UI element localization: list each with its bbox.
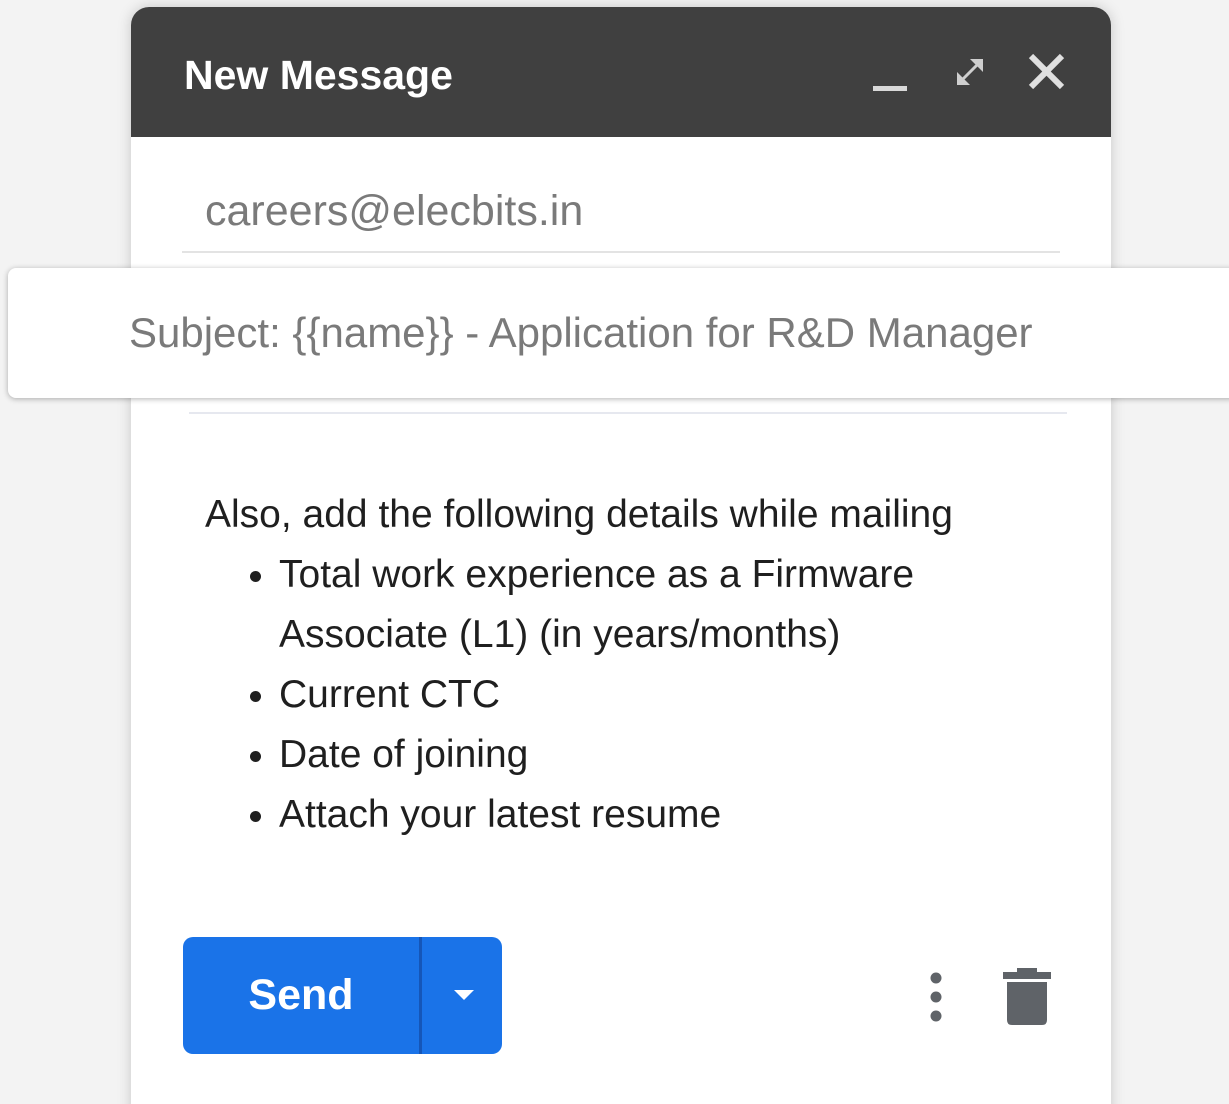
trash-icon[interactable]: [997, 967, 1057, 1027]
send-button[interactable]: Send: [183, 937, 419, 1054]
list-item: Total work experience as a Firmware Asso…: [279, 545, 959, 665]
subject-field[interactable]: Subject: {{name}} - Application for R&D …: [8, 268, 1229, 398]
subject-value: Subject: {{name}} - Application for R&D …: [129, 309, 1033, 356]
message-body-list[interactable]: Total work experience as a Firmware Asso…: [239, 545, 959, 845]
compose-title: New Message: [184, 52, 453, 98]
close-icon[interactable]: [1024, 49, 1070, 95]
minimize-icon[interactable]: [869, 49, 915, 95]
more-vertical-icon[interactable]: [916, 969, 956, 1025]
list-item: Attach your latest resume: [279, 785, 959, 845]
list-item: Date of joining: [279, 725, 959, 785]
expand-icon[interactable]: [947, 49, 993, 95]
recipient-divider: [182, 251, 1060, 253]
send-button-group: Send: [183, 937, 502, 1054]
screen: New Message careers@elecbits.in Also, ad…: [0, 0, 1229, 1104]
send-options-caret-down-icon[interactable]: [422, 937, 502, 1054]
compose-titlebar[interactable]: New Message: [131, 7, 1111, 137]
compose-window: New Message careers@elecbits.in Also, ad…: [131, 7, 1111, 1104]
recipient-field[interactable]: careers@elecbits.in: [205, 185, 583, 237]
list-item: Current CTC: [279, 665, 959, 725]
message-body-intro[interactable]: Also, add the following details while ma…: [205, 485, 953, 545]
subject-divider: [189, 412, 1067, 414]
